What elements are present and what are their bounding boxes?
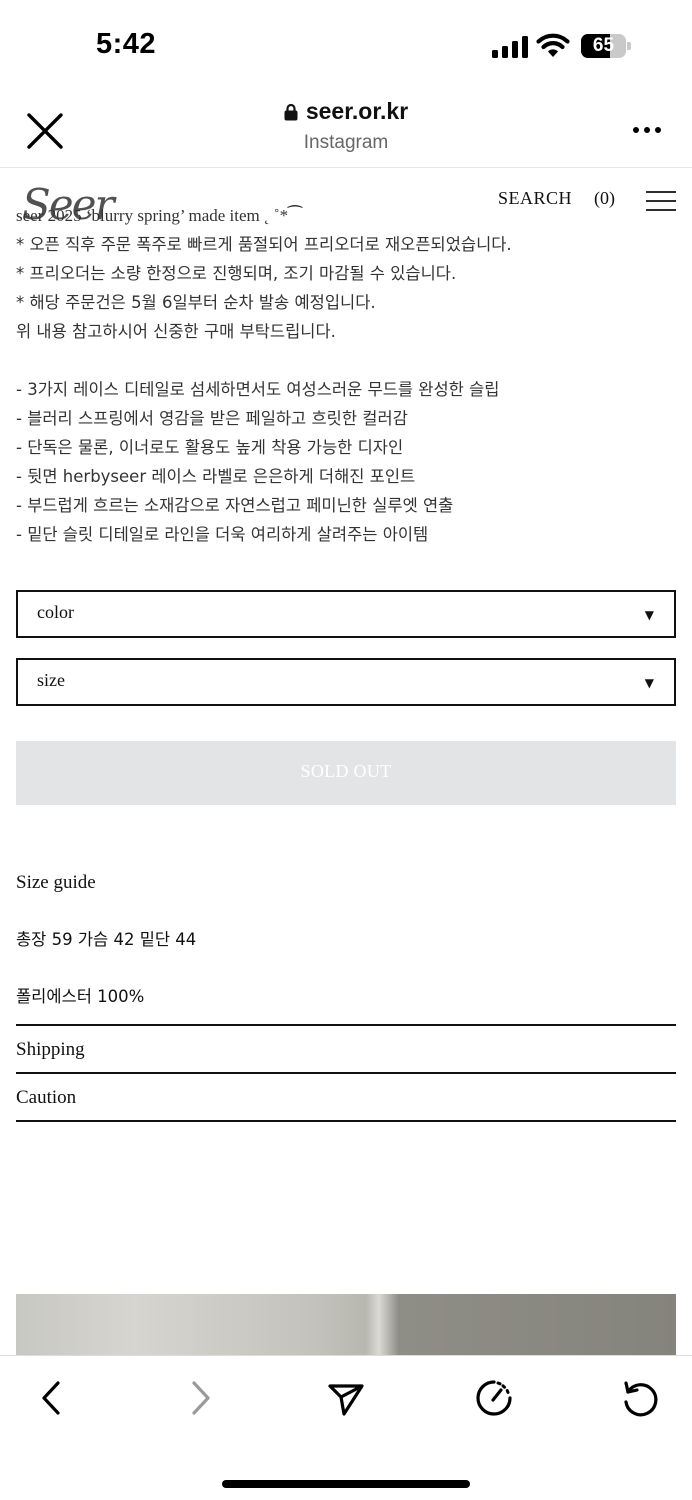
home-indicator [222,1480,470,1488]
signal-icon [492,36,528,58]
url-source: Instagram [303,132,389,153]
size-guide-title: Size guide [16,872,96,893]
description-title: seer 2025 ‘blurry spring’ made item ˛ ˚*… [16,206,302,225]
size-guide-value: 총장 59 가슴 42 밑단 44 [16,930,197,949]
back-icon[interactable] [32,1378,72,1418]
divider [16,1072,676,1074]
feature-line: - 밑단 슬릿 디테일로 라인을 더욱 여리하게 살려주는 아이템 [16,525,429,544]
divider [16,1024,676,1026]
feature-line: - 단독은 물론, 이너로도 활용도 높게 착용 가능한 디자인 [16,438,404,457]
color-select[interactable]: color ▼ [16,590,676,638]
material-text: 폴리에스터 100% [16,987,145,1006]
feature-line: - 블러리 스프링에서 영감을 받은 페일하고 흐릿한 컬러감 [16,409,408,428]
url-bar[interactable]: seer.or.kr [0,98,692,125]
caution-toggle[interactable]: Caution [16,1087,76,1109]
notice-line: * 프리오더는 소량 한정으로 진행되며, 조기 마감될 수 있습니다. [16,264,457,283]
browser-header: seer.or.kr Instagram [0,92,692,168]
sold-out-button[interactable]: SOLD OUT [16,741,676,805]
wifi-icon [536,33,570,57]
size-select-label: size [37,670,65,690]
shipping-toggle[interactable]: Shipping [16,1039,85,1061]
status-bar: 5:42 65 [0,0,692,92]
lock-icon [284,103,298,121]
chevron-down-icon: ▼ [644,676,654,690]
notice-line: * 오픈 직후 주문 폭주로 빠르게 품절되어 프리오더로 재오픈되었습니다. [16,235,512,254]
product-description: seer 2025 ‘blurry spring’ made item ˛ ˚*… [16,201,676,549]
url-text: seer.or.kr [305,98,409,124]
notice-line: * 해당 주문건은 5월 6일부터 순차 발송 예정입니다. [16,293,376,312]
sold-out-label: SOLD OUT [300,761,392,781]
product-photo [16,1294,676,1356]
speed-icon[interactable] [474,1378,514,1418]
forward-icon[interactable] [180,1378,220,1418]
battery-indicator: 65 [581,34,631,58]
status-time: 5:42 [96,28,157,60]
color-select-label: color [37,602,74,622]
notice-line: 위 내용 참고하시어 신중한 구매 부탁드립니다. [16,322,336,341]
share-icon[interactable] [326,1378,366,1418]
size-select[interactable]: size ▼ [16,658,676,706]
feature-line: - 부드럽게 흐르는 소재감으로 자연스럽고 페미닌한 실루엣 연출 [16,496,454,515]
browser-toolbar [0,1355,692,1500]
battery-percent: 65 [592,35,615,56]
feature-line: - 뒷면 herbyseer 레이스 라벨로 은은하게 더해진 포인트 [16,467,416,486]
divider [16,1120,676,1122]
feature-line: - 3가지 레이스 디테일로 섬세하면서도 여성스러운 무드를 완성한 슬립 [16,380,500,399]
reload-icon[interactable] [620,1378,660,1418]
chevron-down-icon: ▼ [644,608,654,622]
more-icon[interactable] [632,126,662,134]
